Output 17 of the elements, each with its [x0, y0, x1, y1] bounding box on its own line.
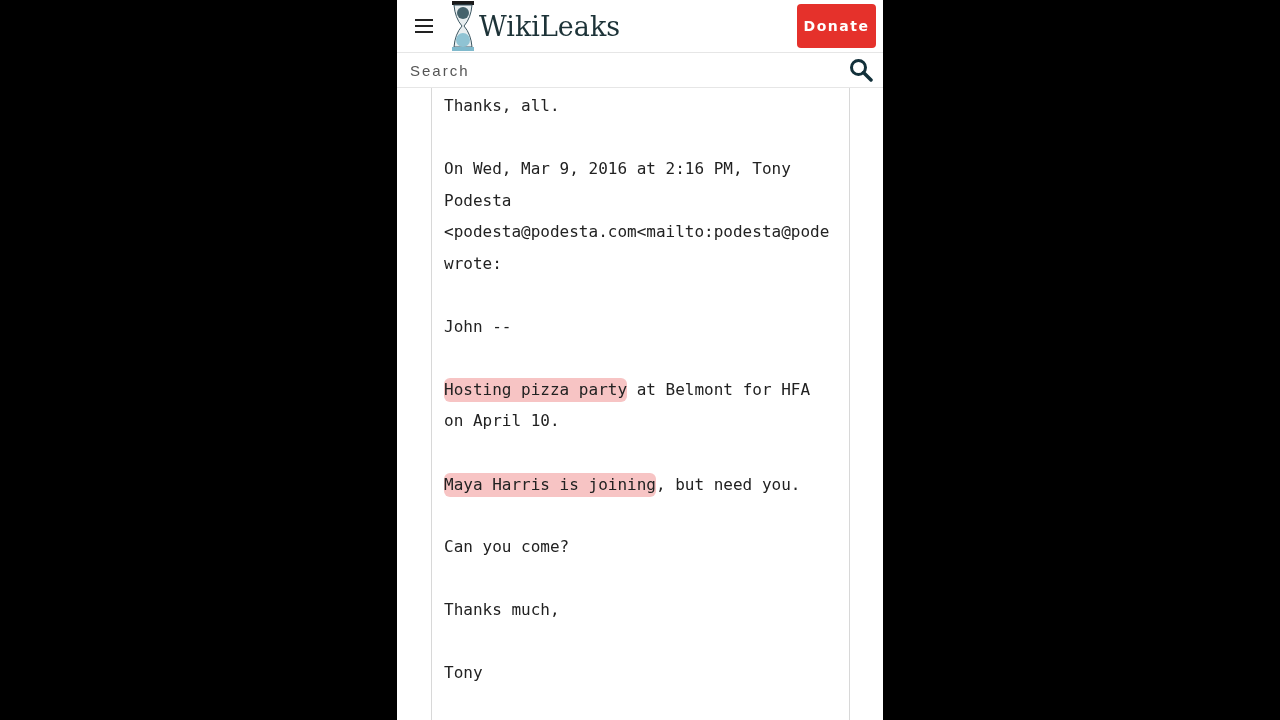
search-field[interactable]: Search [408, 60, 849, 80]
email-line: Can you come? [444, 536, 571, 558]
email-line: Thanks much, [444, 599, 561, 621]
email-line: Maya Harris is joining, but need you. [444, 468, 849, 500]
email-line: wrote: [444, 252, 503, 275]
site-logo-text: WikiLeaks [479, 10, 622, 42]
search-icon[interactable] [849, 58, 873, 82]
email-line: John -- [444, 315, 513, 338]
email-line: On Wed, Mar 9, 2016 at 2:16 PM, Tony [444, 158, 792, 180]
email-line: <podesta@podesta.com<mailto:podesta@pode [444, 221, 831, 243]
email-line: Tony [444, 662, 484, 684]
email-line: Hosting pizza party at Belmont for HFA [444, 373, 849, 405]
email-line: Podesta [444, 189, 513, 212]
email-line: Thanks, all. [444, 95, 561, 117]
email-line: on April 10. [444, 410, 561, 432]
menu-button[interactable] [415, 19, 433, 33]
donate-button[interactable]: Donate [797, 4, 876, 48]
